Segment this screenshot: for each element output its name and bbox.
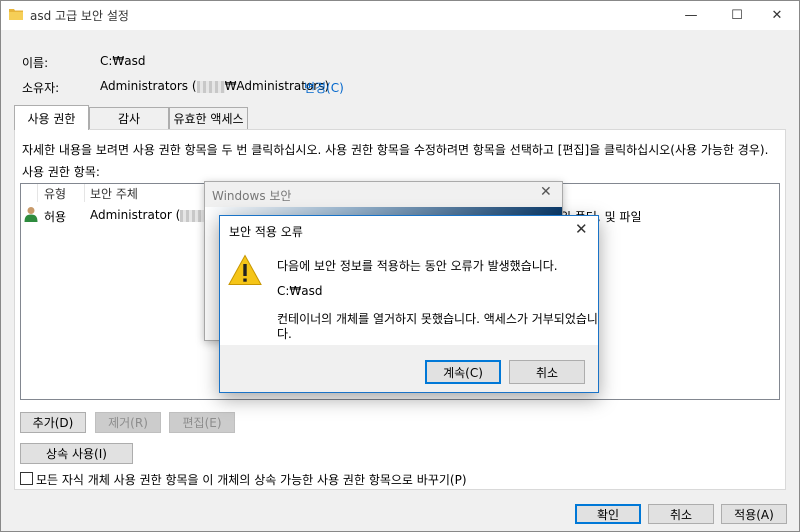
name-value: C:₩asd bbox=[100, 54, 146, 68]
error-dialog-close-icon[interactable]: ✕ bbox=[575, 220, 588, 238]
redacted-block bbox=[196, 80, 225, 93]
row-principal[interactable]: Administrator ( bbox=[90, 208, 209, 222]
column-header-type[interactable]: 유형 bbox=[44, 185, 66, 202]
owner-prefix: Administrators ( bbox=[100, 79, 197, 93]
error-message-line3: 다. bbox=[277, 327, 292, 341]
instruction-text: 자세한 내용을 보려면 사용 권한 항목을 두 번 클릭하십시오. 사용 권한 … bbox=[22, 143, 769, 157]
error-message-line1: 다음에 보안 정보를 적용하는 동안 오류가 발생했습니다. bbox=[277, 259, 558, 273]
name-label: 이름: bbox=[22, 56, 49, 70]
apply-button[interactable]: 적용(A) bbox=[721, 504, 787, 524]
minimize-icon: — bbox=[684, 7, 698, 23]
enable-inheritance-button[interactable]: 상속 사용(I) bbox=[20, 443, 133, 464]
folder-icon bbox=[9, 9, 23, 20]
cancel-button[interactable]: 취소 bbox=[648, 504, 714, 524]
maximize-icon: ☐ bbox=[731, 7, 743, 23]
column-separator bbox=[84, 184, 85, 202]
security-dialog-body bbox=[205, 220, 220, 340]
user-icon bbox=[24, 207, 38, 222]
minimize-button[interactable]: — bbox=[668, 0, 714, 30]
ok-button[interactable]: 확인 bbox=[575, 504, 641, 524]
window-title: asd 고급 보안 설정 bbox=[30, 9, 129, 23]
tab-effective-access[interactable]: 유효한 액세스 bbox=[169, 107, 248, 129]
edit-button[interactable]: 편집(E) bbox=[169, 412, 235, 433]
tab-audit[interactable]: 감사 bbox=[89, 107, 169, 129]
entries-label: 사용 권한 항목: bbox=[22, 165, 100, 179]
row-type[interactable]: 허용 bbox=[44, 208, 66, 225]
security-dialog-title: Windows 보안 bbox=[212, 189, 292, 203]
security-dialog-close-icon[interactable]: ✕ bbox=[540, 184, 552, 200]
remove-button[interactable]: 제거(R) bbox=[95, 412, 161, 433]
replace-child-permissions-label: 모든 자식 개체 사용 권한 항목을 이 개체의 상속 가능한 사용 권한 항목… bbox=[36, 473, 467, 487]
tab-permissions[interactable]: 사용 권한 bbox=[14, 105, 89, 130]
error-dialog-title: 보안 적용 오류 bbox=[229, 225, 303, 239]
error-cancel-button[interactable]: 취소 bbox=[509, 360, 585, 384]
owner-value: Administrators (₩Administrators) bbox=[100, 79, 329, 93]
replace-child-permissions-checkbox[interactable] bbox=[20, 472, 33, 485]
change-owner-link[interactable]: 변경(C) bbox=[304, 79, 344, 96]
column-separator bbox=[37, 184, 38, 202]
add-button[interactable]: 추가(D) bbox=[20, 412, 86, 433]
close-icon: ✕ bbox=[771, 7, 783, 23]
row-principal-text: Administrator ( bbox=[90, 208, 181, 222]
close-button[interactable]: ✕ bbox=[754, 0, 800, 30]
continue-button[interactable]: 계속(C) bbox=[425, 360, 501, 384]
error-path: C:₩asd bbox=[277, 284, 323, 298]
owner-label: 소유자: bbox=[22, 81, 60, 95]
column-header-principal[interactable]: 보안 주체 bbox=[90, 185, 138, 202]
error-message-line2: 컨테이너의 개체를 열거하지 못했습니다. 액세스가 거부되었습니 bbox=[277, 312, 598, 326]
warning-icon bbox=[228, 254, 262, 285]
